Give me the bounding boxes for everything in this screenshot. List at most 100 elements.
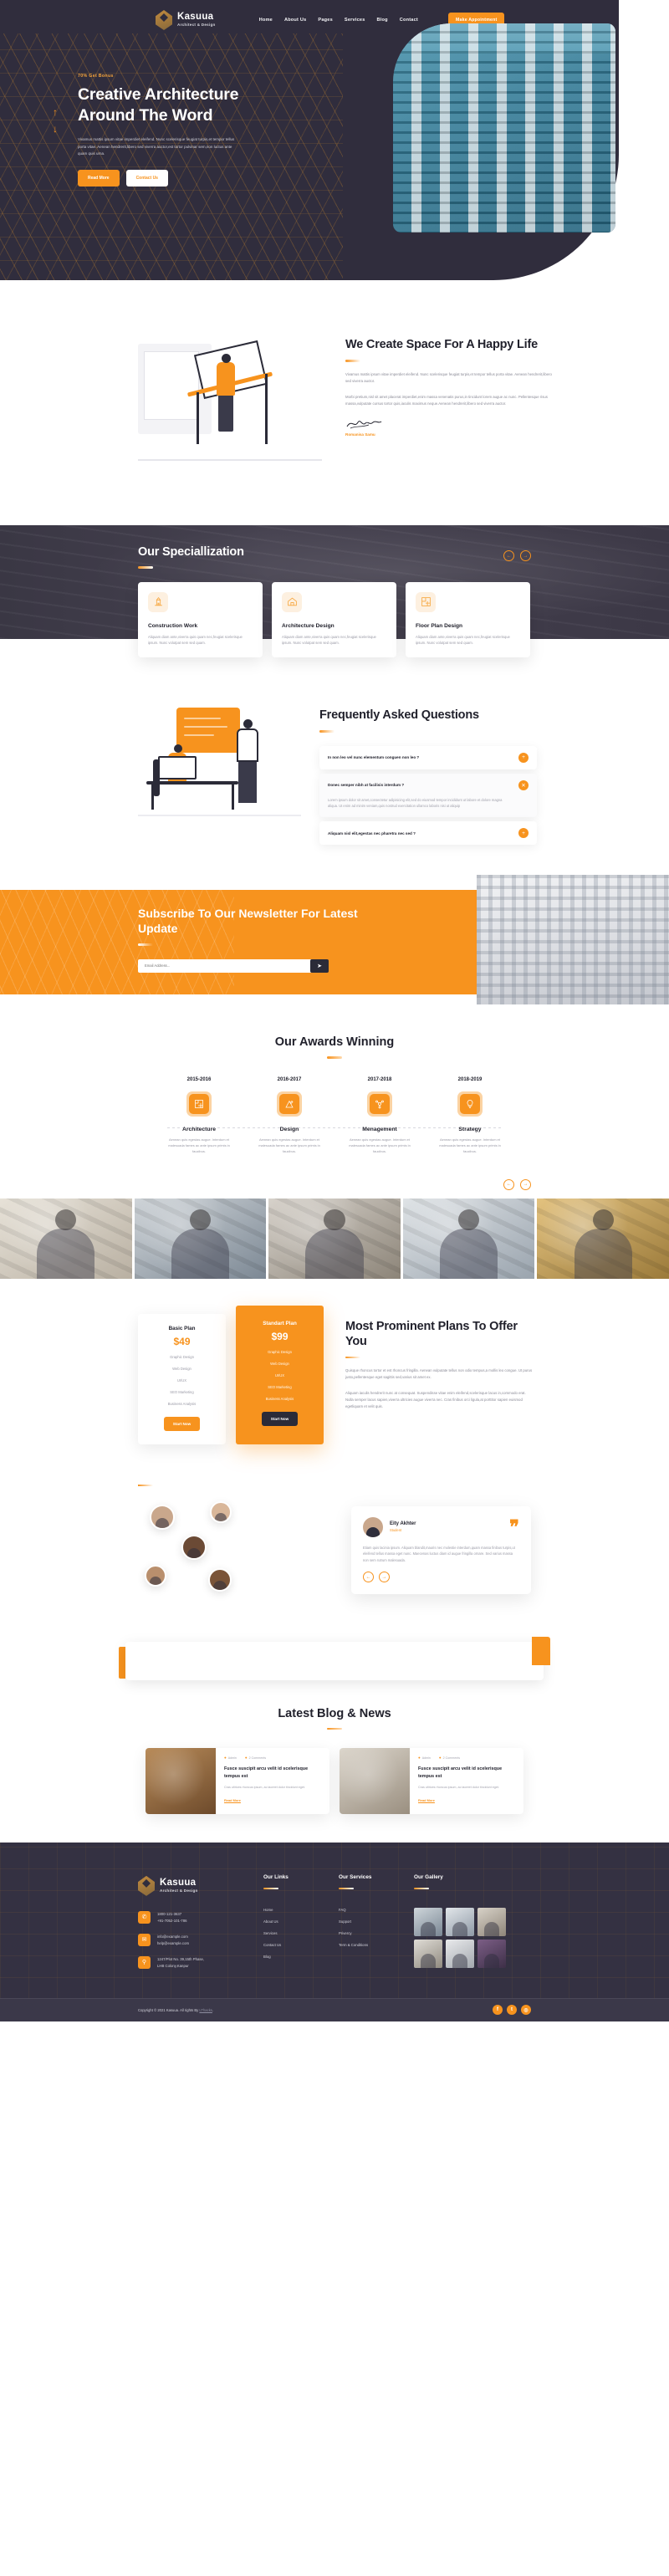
gallery-image-1[interactable] [0,1198,132,1279]
gallery-image-5[interactable] [537,1198,669,1279]
footer-brand-name: Kasuua [160,1877,197,1888]
nav-item-pages[interactable]: Pages [318,18,332,23]
pricing-cards: Basic Plan $49 Graphic Design Web Design… [138,1305,324,1444]
create-space-paragraph-1: Vivamus mattis ipsum vitae imperdiet ele… [345,371,552,383]
blog-comments: ● 2 Comments [244,1756,266,1761]
footer-link-support[interactable]: Support [339,1919,414,1924]
specialization-cards: Construction Work Aliquam diam ante,vive… [0,569,669,658]
address-line-2: LHB Colony,Kanpur [157,1963,189,1968]
copyright-link[interactable]: LThacks [199,2008,212,2012]
blog-post-title: Fusce suscipit arcu velit id scelerisque… [224,1766,309,1779]
avatar[interactable] [181,1534,207,1560]
nav-item-services[interactable]: Services [345,18,365,23]
specialization-card[interactable]: Floor Plan Design Aliquam diam ante,vive… [406,581,530,658]
gallery-image-2[interactable] [134,1198,267,1279]
blog-title: Latest Blog & News [278,1706,391,1720]
carousel-next-icon[interactable]: → [520,1178,531,1190]
footer-link-home[interactable]: Home [263,1908,339,1912]
carousel-next-icon[interactable]: → [520,550,531,561]
testimonial-card: Eity Akhter Student ❞ Etiam quis lacinia… [351,1505,531,1595]
footer-link-terms[interactable]: Term & Conditions [339,1943,414,1947]
instagram-icon[interactable]: ◎ [521,2005,531,2016]
hero-building-photo [393,23,615,233]
facebook-icon[interactable]: f [493,2005,503,2016]
contact-us-button[interactable]: Contact Us [125,169,168,187]
footer-gallery-thumb-2[interactable] [446,1908,474,1937]
brand-logo[interactable]: Kasuua Architect & Design [156,8,216,32]
blog-author: ● Admin [224,1756,237,1761]
footer-link-about[interactable]: About Us [263,1919,339,1924]
signature-icon [345,417,382,429]
faq-question: Aliquam nisl elit,egestas nec pharetra n… [328,831,416,836]
award-text: Aenean quis egestas augue. Interdum et m… [168,1137,230,1153]
footer-link-services[interactable]: Services [263,1931,339,1935]
start-now-button[interactable]: Start Now [163,1416,201,1431]
award-item: 2018-2019 Strategy Aenean quis egestas a… [425,1077,515,1154]
email-input[interactable] [138,958,312,973]
footer-link-faq[interactable]: FAQ [339,1908,414,1912]
start-now-button[interactable]: Start Now [261,1411,299,1426]
close-icon[interactable]: ✕ [518,779,529,790]
awards-row: 2015-2016 Architecture Aenean quis egest… [0,1077,669,1154]
faq-item[interactable]: In non leo vel nunc elementum conguen no… [319,745,537,769]
twitter-icon[interactable]: t [507,2005,517,2016]
hero-scroll-arrows[interactable]: ↑ ↓ [53,107,58,134]
copyright-text: Copyright © 2021 Kasuua. All rights By L… [138,2008,213,2012]
footer-gallery-thumb-5[interactable] [446,1940,474,1969]
specialization-card-text: Aliquam diam ante,viverra quis quam nec,… [416,634,510,645]
hero-buttons: Read More Contact Us [78,169,268,187]
avatar[interactable] [150,1504,175,1530]
arrow-down-icon[interactable]: ↓ [53,124,58,134]
award-year: 2015-2016 [186,1076,212,1082]
carousel-prev-icon[interactable]: ← [503,1178,514,1190]
nav-item-about[interactable]: About Us [284,18,306,23]
read-more-link[interactable]: Read More [224,1798,241,1802]
carousel-prev-icon[interactable]: ← [503,550,514,561]
blog-card[interactable]: ● Admin ● 2 Comments Fusce suscipit arcu v… [146,1748,329,1814]
specialization-card-text: Aliquam diam ante,viverra quis quam nec,… [148,634,243,645]
drafting-icon [279,1093,299,1114]
nav-item-contact[interactable]: Contact [400,18,418,23]
floorplan-icon [416,591,436,612]
blog-card[interactable]: ● Admin ● 2 Comments Fusce suscipit arcu v… [340,1748,523,1814]
faq-item[interactable]: Donec semper nibh at facilisis interdum … [319,773,537,818]
gallery-image-3[interactable] [268,1198,401,1279]
footer-link-contact[interactable]: Contact Us [263,1943,339,1947]
read-more-button[interactable]: Read More [78,169,120,187]
faq-list: In non leo vel nunc elementum conguen no… [319,745,537,846]
title-underline [327,1727,342,1730]
send-icon[interactable]: ➤ [310,958,329,973]
avatar[interactable] [208,1567,232,1592]
footer-link-privacy[interactable]: Privercy [339,1931,414,1935]
arrow-up-icon[interactable]: ↑ [53,107,58,117]
footer-services-heading: Our Services [339,1873,372,1880]
award-text: Aenean quis egestas augue. Interdum et m… [258,1137,320,1153]
footer-gallery-thumb-1[interactable] [414,1908,442,1937]
faq-item[interactable]: Aliquam nisl elit,egestas nec pharetra n… [319,821,537,846]
specialization-card[interactable]: Architecture Design Aliquam diam ante,vi… [272,581,396,658]
gallery-image-4[interactable] [402,1198,535,1279]
crane-icon [148,591,168,612]
logo-diamond-icon [138,1874,155,1898]
footer-gallery-thumb-3[interactable] [477,1908,506,1937]
footer-logo[interactable]: Kasuua Architect & Design [138,1874,263,1898]
hero-content: 70% Get Bonus Creative Architecture Arou… [0,33,268,187]
avatar[interactable] [210,1500,232,1523]
specialization-card[interactable]: Construction Work Aliquam diam ante,vive… [138,581,263,658]
read-more-link[interactable]: Read More [418,1798,435,1802]
plus-icon[interactable]: + [518,828,529,839]
footer-gallery-thumb-4[interactable] [414,1940,442,1969]
nav-item-home[interactable]: Home [259,18,273,23]
faq-question: In non leo vel nunc elementum conguen no… [328,755,420,759]
nav-item-blog[interactable]: Blog [377,18,388,23]
newsletter-building-photo [477,875,669,1005]
pricing-section: Basic Plan $49 Graphic Design Web Design… [0,1279,669,1478]
footer-link-blog[interactable]: Blog [263,1955,339,1959]
hero-paragraph: Vivamus mattis ipsum vitae imperdiet ele… [78,137,235,156]
carousel-next-icon[interactable]: → [379,1572,390,1583]
plus-icon[interactable]: + [518,752,529,763]
footer-gallery-thumb-6[interactable] [477,1940,506,1969]
carousel-prev-icon[interactable]: ← [363,1572,374,1583]
plan-name: Basic Plan [168,1325,196,1331]
avatar[interactable] [145,1564,166,1587]
